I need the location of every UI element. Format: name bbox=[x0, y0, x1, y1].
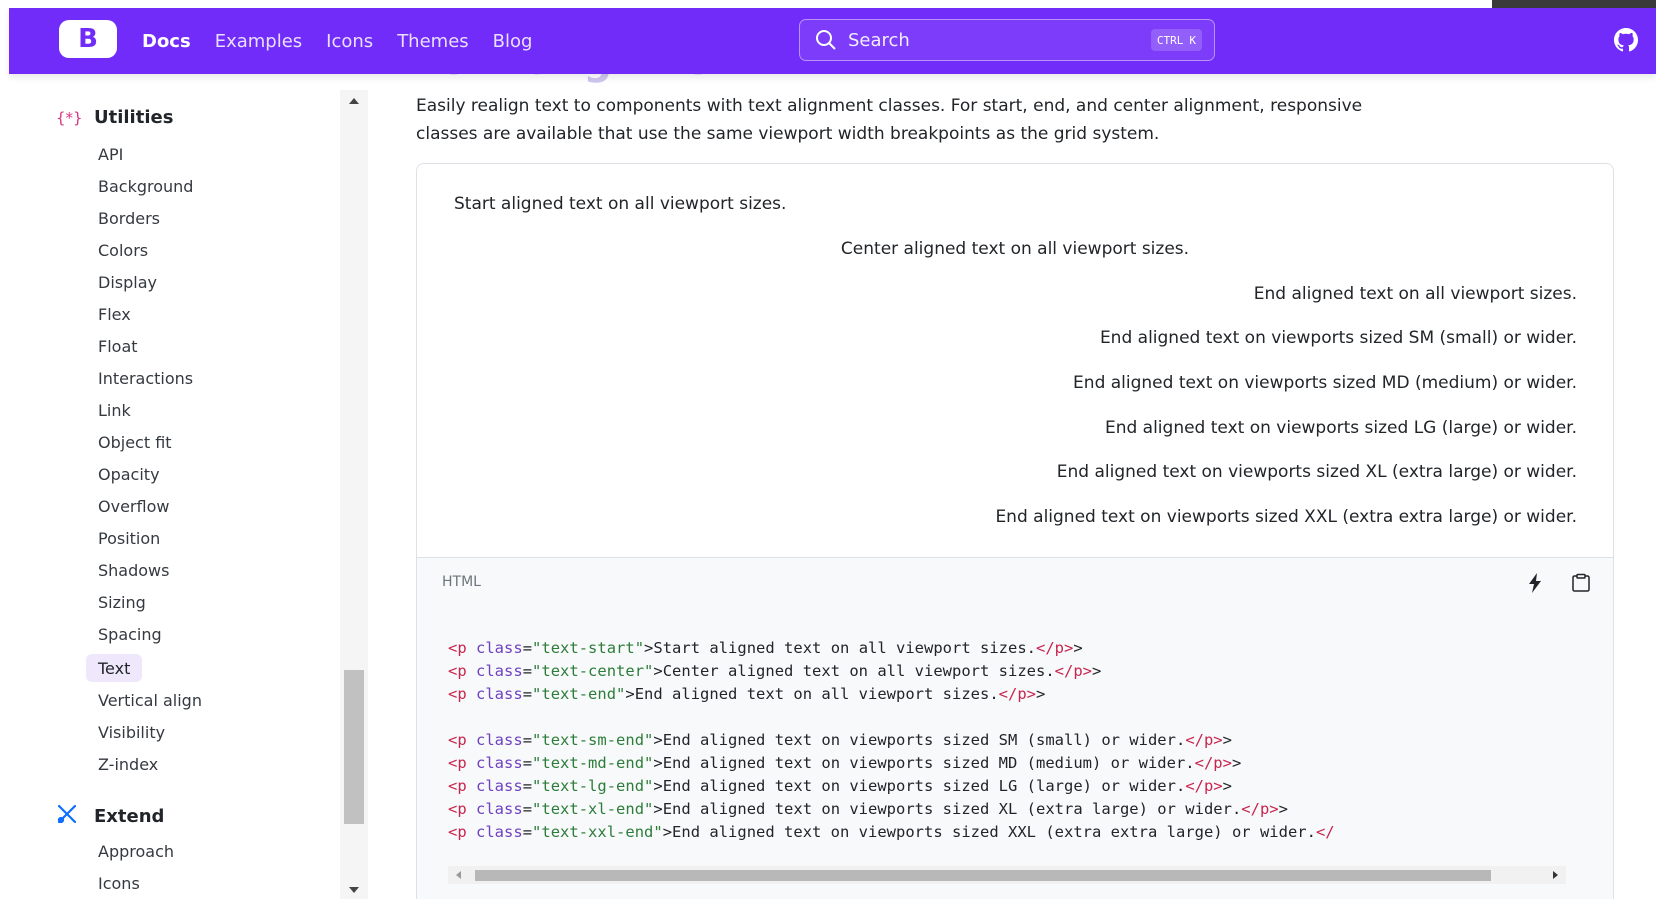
window-top-strip bbox=[0, 0, 1656, 8]
tools-icon bbox=[56, 804, 84, 828]
sidebar-item-display[interactable]: Display bbox=[86, 268, 169, 296]
nav-link-themes[interactable]: Themes bbox=[397, 31, 468, 52]
sidebar: {*} Utilities API Background Borders Col… bbox=[0, 74, 368, 899]
nav-link-examples[interactable]: Examples bbox=[215, 31, 302, 52]
scroll-up-arrow-icon[interactable] bbox=[349, 98, 359, 104]
window-top-strip-dark bbox=[1492, 0, 1656, 8]
sidebar-item-float[interactable]: Float bbox=[86, 332, 150, 360]
code-line: <p class="text-start">Start aligned text… bbox=[448, 639, 1083, 657]
sidebar-item-approach[interactable]: Approach bbox=[86, 837, 186, 865]
code-line: <p class="text-sm-end">End aligned text … bbox=[448, 731, 1232, 749]
scroll-left-arrow-icon[interactable] bbox=[456, 871, 461, 879]
sidebar-item-shadows[interactable]: Shadows bbox=[86, 556, 181, 584]
example-preview: Start aligned text on all viewport sizes… bbox=[416, 163, 1614, 558]
example-text-center: Center aligned text on all viewport size… bbox=[840, 239, 1190, 259]
code-horizontal-scrollbar[interactable] bbox=[448, 866, 1566, 884]
clipboard-icon[interactable] bbox=[1569, 571, 1593, 595]
code-line: <p class="text-md-end">End aligned text … bbox=[448, 754, 1242, 772]
sidebar-item-flex[interactable]: Flex bbox=[86, 300, 143, 328]
bootstrap-logo[interactable]: B bbox=[59, 20, 117, 58]
code-language-label: HTML bbox=[442, 574, 481, 590]
example-text-start: Start aligned text on all viewport sizes… bbox=[454, 194, 787, 214]
sidebar-item-sizing[interactable]: Sizing bbox=[86, 588, 158, 616]
scroll-right-arrow-icon[interactable] bbox=[1553, 871, 1558, 879]
sidebar-item-visibility[interactable]: Visibility bbox=[86, 718, 177, 746]
shortcut-ctrl: CTRL bbox=[1156, 33, 1184, 47]
sidebar-item-interactions[interactable]: Interactions bbox=[86, 364, 205, 392]
sidebar-scrollbar[interactable] bbox=[340, 90, 368, 899]
braces-asterisk-icon: {*} bbox=[56, 108, 83, 127]
sidebar-item-vertical-align[interactable]: Vertical align bbox=[86, 686, 214, 714]
example-text-xxl-end: End aligned text on viewports sized XXL … bbox=[995, 507, 1577, 527]
sidebar-item-z-index[interactable]: Z-index bbox=[86, 750, 170, 778]
horizontal-scrollbar-thumb[interactable] bbox=[475, 870, 1491, 881]
intro-line-1: Easily realign text to components with t… bbox=[416, 96, 1363, 116]
intro-paragraph: Easily realign text to components with t… bbox=[416, 92, 1596, 148]
lightning-icon[interactable] bbox=[1523, 571, 1547, 595]
github-icon[interactable] bbox=[1614, 28, 1638, 52]
sidebar-item-position[interactable]: Position bbox=[86, 524, 172, 552]
example-text-sm-end: End aligned text on viewports sized SM (… bbox=[1099, 328, 1577, 348]
sidebar-item-api[interactable]: API bbox=[86, 140, 135, 168]
search-shortcut: CTRL K bbox=[1150, 29, 1202, 51]
code-block: <p class="text-start">Start aligned text… bbox=[416, 606, 1614, 899]
sidebar-group-utilities[interactable]: {*} Utilities bbox=[56, 107, 173, 128]
code-line: <p class="text-end">End aligned text on … bbox=[448, 685, 1046, 703]
search-placeholder: Search bbox=[848, 29, 910, 51]
code-line: <p class="text-lg-end">End aligned text … bbox=[448, 777, 1232, 795]
top-navbar: B Docs Examples Icons Themes Blog Search… bbox=[9, 8, 1656, 74]
sidebar-item-spacing[interactable]: Spacing bbox=[86, 620, 174, 648]
code-header: HTML bbox=[416, 557, 1614, 607]
sidebar-item-colors[interactable]: Colors bbox=[86, 236, 160, 264]
sidebar-item-link[interactable]: Link bbox=[86, 396, 143, 424]
code-line: <p class="text-center">Center aligned te… bbox=[448, 662, 1102, 680]
shortcut-key: K bbox=[1189, 33, 1196, 47]
nav-link-blog[interactable]: Blog bbox=[493, 31, 533, 52]
code-line: <p class="text-xxl-end">End aligned text… bbox=[448, 823, 1335, 841]
sidebar-group-extend[interactable]: Extend bbox=[56, 804, 164, 828]
search-input[interactable]: Search CTRL K bbox=[799, 19, 1215, 61]
nav-link-icons[interactable]: Icons bbox=[326, 31, 373, 52]
search-icon bbox=[816, 30, 836, 50]
sidebar-item-opacity[interactable]: Opacity bbox=[86, 460, 172, 488]
example-text-md-end: End aligned text on viewports sized MD (… bbox=[1073, 373, 1577, 393]
intro-line-2: classes are available that use the same … bbox=[416, 124, 1160, 144]
scroll-down-arrow-icon[interactable] bbox=[349, 887, 359, 893]
nav-links: Docs Examples Icons Themes Blog bbox=[142, 8, 556, 74]
example-text-end: End aligned text on all viewport sizes. bbox=[1253, 284, 1577, 304]
nav-link-docs[interactable]: Docs bbox=[142, 31, 191, 52]
scrollbar-thumb[interactable] bbox=[344, 670, 364, 824]
example-text-lg-end: End aligned text on viewports sized LG (… bbox=[1104, 418, 1577, 438]
code-line: <p class="text-xl-end">End aligned text … bbox=[448, 800, 1288, 818]
sidebar-item-object-fit[interactable]: Object fit bbox=[86, 428, 184, 456]
sidebar-group-label: Extend bbox=[94, 805, 165, 827]
sidebar-item-overflow[interactable]: Overflow bbox=[86, 492, 181, 520]
sidebar-group-label: Utilities bbox=[94, 107, 174, 128]
example-text-xl-end: End aligned text on viewports sized XL (… bbox=[1056, 462, 1577, 482]
sidebar-item-icons[interactable]: Icons bbox=[86, 869, 152, 897]
sidebar-item-borders[interactable]: Borders bbox=[86, 204, 172, 232]
sidebar-item-text[interactable]: Text bbox=[86, 654, 143, 682]
sidebar-item-background[interactable]: Background bbox=[86, 172, 205, 200]
